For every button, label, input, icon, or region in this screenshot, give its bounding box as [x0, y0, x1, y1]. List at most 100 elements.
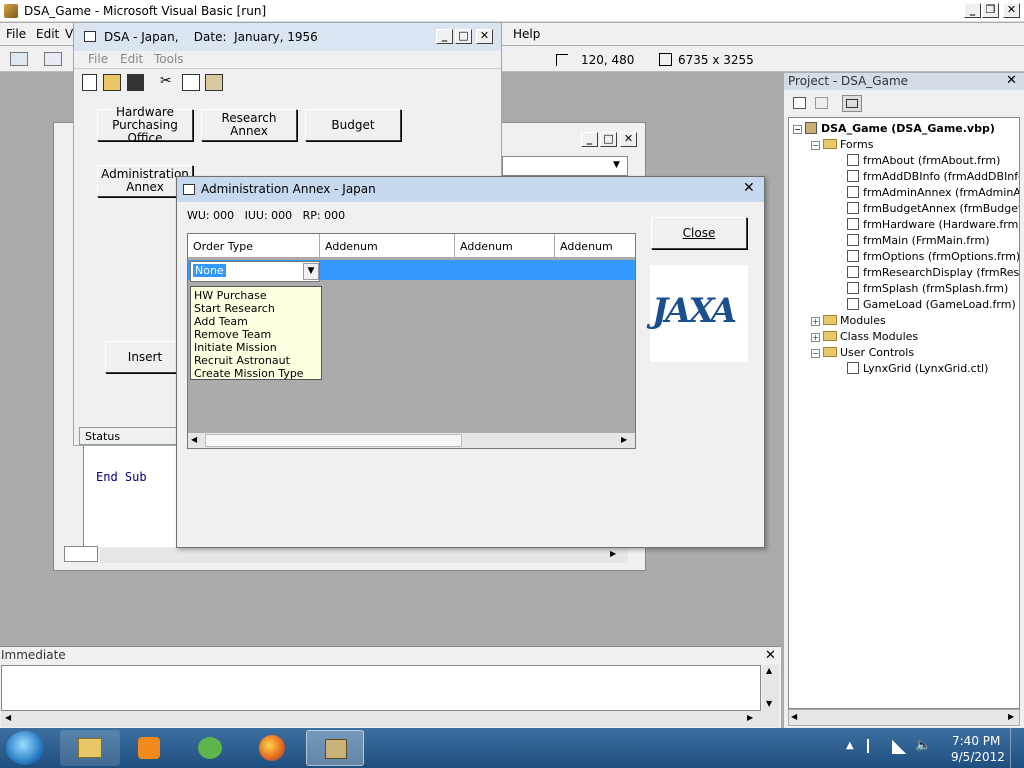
- order-type-combo[interactable]: None ▼: [190, 261, 320, 282]
- scroll-right-arrow-icon[interactable]: ▶: [1008, 712, 1014, 721]
- code-maximize-button[interactable]: □: [600, 132, 617, 147]
- show-desktop-button[interactable]: [1010, 728, 1024, 768]
- project-titlebar: Project - DSA_Game ✕: [784, 73, 1024, 90]
- option-initiate-mission[interactable]: Initiate Mission: [194, 341, 318, 354]
- project-close-icon[interactable]: ✕: [1006, 73, 1017, 88]
- budget-button[interactable]: Budget: [305, 109, 401, 141]
- option-start-research[interactable]: Start Research: [194, 302, 318, 315]
- grid-header-order-type[interactable]: Order Type: [188, 234, 320, 258]
- tree-form-7[interactable]: frmResearchDisplay (frmResearc: [847, 266, 1019, 279]
- research-annex-button[interactable]: Research Annex: [201, 109, 297, 141]
- open-folder-icon[interactable]: [103, 74, 121, 91]
- scroll-up-arrow-icon[interactable]: ▲: [766, 666, 772, 675]
- combo-chevron-down-icon[interactable]: ▼: [303, 263, 319, 280]
- ide-menu-file[interactable]: File: [6, 27, 26, 41]
- start-button-icon[interactable]: [6, 731, 44, 765]
- vb-taskbar-icon[interactable]: [306, 730, 364, 766]
- main-close-button[interactable]: ✕: [476, 29, 493, 44]
- option-create-mission-type[interactable]: Create Mission Type: [194, 367, 318, 380]
- tree-form-3[interactable]: frmBudgetAnnex (frmBudgetAnn: [847, 202, 1019, 215]
- annex-close-button[interactable]: Close: [651, 217, 747, 249]
- grid-hscroll[interactable]: ◀ ▶: [188, 432, 635, 448]
- immediate-vscroll[interactable]: ▲ ▼: [762, 665, 779, 711]
- paste-icon[interactable]: [205, 74, 223, 91]
- code-minimize-button[interactable]: _: [581, 132, 598, 147]
- tree-form-4[interactable]: frmHardware (Hardware.frm): [847, 218, 1019, 231]
- new-file-icon[interactable]: [82, 74, 97, 91]
- scroll-left-arrow-icon[interactable]: ◀: [5, 713, 11, 722]
- tree-form-0[interactable]: frmAbout (frmAbout.frm): [847, 154, 1000, 167]
- ide-menu-view[interactable]: V: [65, 27, 73, 41]
- scroll-left-arrow-icon[interactable]: ◀: [191, 435, 197, 444]
- grid-header-addenum-1[interactable]: Addenum: [320, 234, 455, 258]
- project-hscroll[interactable]: ◀ ▶: [788, 709, 1020, 726]
- immediate-hscroll[interactable]: ◀ ▶: [1, 711, 779, 727]
- tree-user-controls[interactable]: − User Controls: [811, 346, 914, 359]
- view-object-icon[interactable]: [815, 97, 828, 109]
- tree-form-9[interactable]: GameLoad (GameLoad.frm): [847, 298, 1016, 311]
- add-project-icon[interactable]: [10, 52, 28, 66]
- annex-close-icon[interactable]: ✕: [743, 180, 755, 196]
- tree-form-1[interactable]: frmAddDBInfo (frmAddDBInfo.fr: [847, 170, 1019, 183]
- scroll-right-arrow-icon[interactable]: ▶: [747, 713, 753, 722]
- immediate-close-icon[interactable]: ✕: [765, 648, 776, 663]
- tree-form-5[interactable]: frmMain (FrmMain.frm): [847, 234, 990, 247]
- clock-date[interactable]: 9/5/2012: [951, 750, 1005, 764]
- network-icon[interactable]: [892, 740, 906, 754]
- ide-close-button[interactable]: ✕: [1003, 3, 1020, 18]
- tree-form-8[interactable]: frmSplash (frmSplash.frm): [847, 282, 1008, 295]
- annex-titlebar: Administration Annex - Japan ✕: [177, 177, 764, 202]
- main-menu-edit[interactable]: Edit: [120, 52, 143, 66]
- tree-form-6[interactable]: frmOptions (frmOptions.frm): [847, 250, 1019, 263]
- view-code-icon[interactable]: [793, 97, 806, 109]
- procedure-dropdown[interactable]: ▼: [502, 156, 628, 176]
- tree-modules[interactable]: + Modules: [811, 314, 886, 327]
- tree-root[interactable]: − DSA_Game (DSA_Game.vbp): [793, 122, 995, 135]
- folder-icon: [823, 315, 837, 325]
- order-grid: Order Type Addenum Addenum Addenum None …: [187, 233, 636, 449]
- copy-icon[interactable]: [182, 74, 200, 91]
- explorer-taskbar-icon[interactable]: [60, 730, 120, 766]
- option-add-team[interactable]: Add Team: [194, 315, 318, 328]
- main-menu-file[interactable]: File: [88, 52, 108, 66]
- media-player-taskbar-icon[interactable]: [122, 730, 178, 766]
- immediate-textarea[interactable]: [1, 665, 761, 711]
- option-hw-purchase[interactable]: HW Purchase: [194, 289, 318, 302]
- clock-time[interactable]: 7:40 PM: [952, 734, 1000, 748]
- tree-class-modules[interactable]: + Class Modules: [811, 330, 918, 343]
- firefox-taskbar-icon[interactable]: [245, 730, 301, 766]
- main-maximize-button[interactable]: □: [455, 29, 472, 44]
- grid-header-addenum-3[interactable]: Addenum: [555, 234, 635, 258]
- code-view-toggle[interactable]: [64, 546, 98, 562]
- scroll-left-arrow-icon[interactable]: ◀: [791, 712, 797, 721]
- user-control-icon: [847, 362, 859, 374]
- main-minimize-button[interactable]: _: [436, 29, 453, 44]
- toggle-folders-icon[interactable]: [842, 95, 862, 112]
- save-icon[interactable]: [127, 74, 144, 91]
- hardware-purchasing-button[interactable]: Hardware Purchasing Office: [97, 105, 193, 144]
- main-menu-tools[interactable]: Tools: [154, 52, 184, 66]
- users-taskbar-icon[interactable]: [182, 730, 238, 766]
- option-recruit-astronaut[interactable]: Recruit Astronaut: [194, 354, 318, 367]
- cut-icon[interactable]: ✂: [160, 73, 172, 89]
- grid-header-addenum-2[interactable]: Addenum: [455, 234, 555, 258]
- scroll-right-arrow-icon[interactable]: ▶: [610, 549, 616, 558]
- code-close-button[interactable]: ✕: [620, 132, 637, 147]
- scroll-thumb[interactable]: [205, 434, 462, 447]
- ide-minimize-button[interactable]: _: [964, 3, 981, 18]
- option-remove-team[interactable]: Remove Team: [194, 328, 318, 341]
- code-hscroll[interactable]: ▶: [100, 548, 628, 563]
- tree-lynxgrid[interactable]: LynxGrid (LynxGrid.ctl): [847, 362, 988, 375]
- ide-restore-button[interactable]: ❐: [982, 3, 999, 18]
- volume-icon[interactable]: 🔈: [915, 738, 931, 753]
- scroll-right-arrow-icon[interactable]: ▶: [621, 435, 627, 444]
- ide-menu-edit[interactable]: Edit: [36, 27, 59, 41]
- tree-form-2[interactable]: frmAdminAnnex (frmAdminAnnex: [847, 186, 1019, 199]
- insert-button[interactable]: Insert: [105, 341, 185, 373]
- tree-forms[interactable]: − Forms: [811, 138, 873, 151]
- ide-menu-help[interactable]: Help: [513, 27, 540, 41]
- flag-icon[interactable]: [867, 739, 879, 753]
- show-hidden-icons[interactable]: ▲: [846, 740, 854, 751]
- add-form-icon[interactable]: [44, 52, 62, 66]
- scroll-down-arrow-icon[interactable]: ▼: [766, 699, 772, 708]
